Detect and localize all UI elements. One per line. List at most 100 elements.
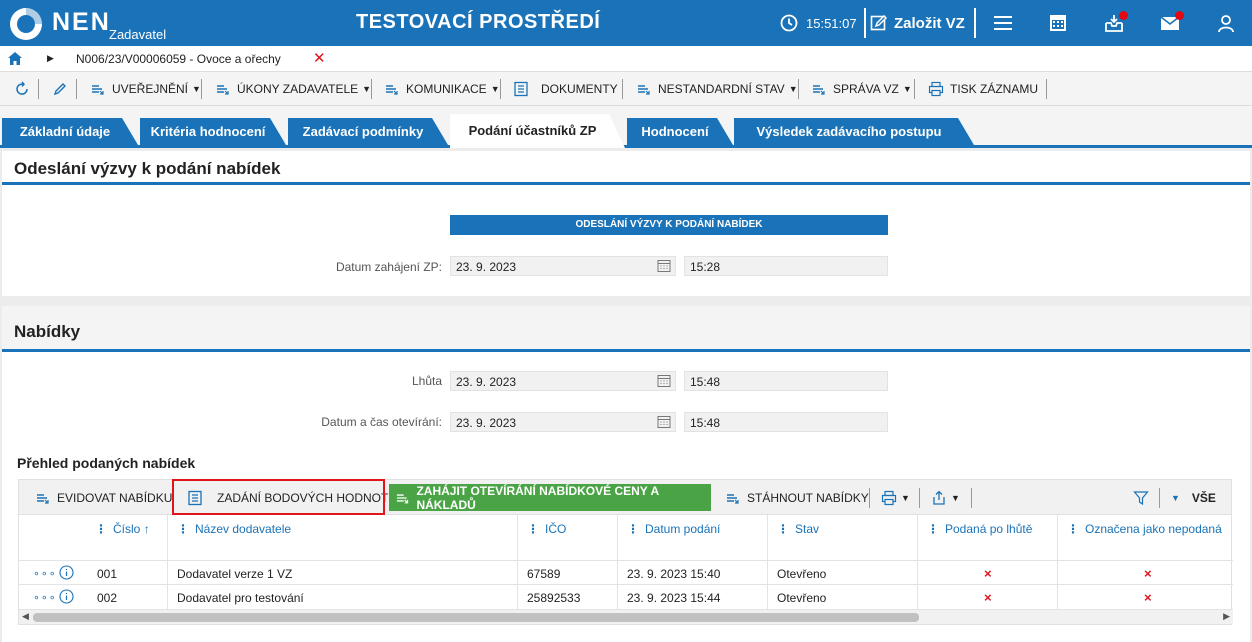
ukony-label: ÚKONY ZADAVATELE	[237, 82, 359, 96]
cell-stav: Otevřeno	[777, 591, 827, 605]
menu-icon[interactable]	[992, 12, 1014, 34]
cell-ico: 25892533	[527, 591, 581, 605]
zahajit-otevirani-button[interactable]: ZAHÁJIT OTEVÍRÁNÍ NABÍDKOVÉ CENY A NÁKLA…	[389, 483, 711, 512]
info-icon[interactable]	[59, 589, 74, 604]
tab-vysledek[interactable]: Výsledek zadávacího postupu	[734, 118, 974, 145]
inbox-notification-dot	[1119, 11, 1128, 20]
cross-icon: ×	[984, 590, 992, 605]
filter-icon	[1133, 491, 1149, 506]
dokumenty-button[interactable]: DOKUMENTY	[513, 80, 618, 98]
export-menu[interactable]: ▼	[931, 489, 960, 507]
share-icon	[933, 490, 945, 505]
row-actions-icon[interactable]: ∘∘∘	[33, 567, 57, 580]
offers-table: ⋮ Číslo ↑ ⋮ Název dodavatele ⋮ IČO ⋮ Datum p…	[18, 515, 1233, 625]
start-time-field[interactable]: 15:28	[684, 256, 888, 276]
logo-text: NEN	[52, 8, 111, 36]
scroll-right-icon[interactable]: ▶	[1223, 611, 1230, 622]
print-menu[interactable]: ▼	[881, 489, 910, 507]
list-icon	[37, 494, 49, 504]
header-cislo-label: Číslo	[113, 522, 141, 536]
list-icon	[638, 85, 650, 95]
deadline-date-value: 23. 9. 2023	[456, 375, 517, 389]
opening-time-field[interactable]: 15:48	[684, 412, 888, 432]
column-header-nazev[interactable]: ⋮ Název dodavatele	[177, 515, 291, 559]
breadcrumb-path[interactable]: N006/23/V00006059 - Ovoce a ořechy	[76, 52, 281, 66]
header-datum-label: Datum podání	[645, 522, 721, 536]
calendar-icon[interactable]	[1047, 12, 1069, 34]
calendar-icon[interactable]	[657, 259, 671, 273]
chevron-right-icon: ▶	[47, 53, 54, 63]
stahnout-nabidky-button[interactable]: STÁHNOUT NABÍDKY	[725, 489, 869, 507]
tab-hodnoceni[interactable]: Hodnocení	[627, 118, 733, 145]
dokumenty-label: DOKUMENTY	[541, 82, 618, 96]
refresh-icon	[16, 81, 28, 95]
tab-podani-ucastniku[interactable]: Podání účastníků ZP	[450, 114, 625, 148]
header-nazev-label: Název dodavatele	[195, 522, 292, 536]
row-actions-icon[interactable]: ∘∘∘	[33, 591, 57, 604]
logo-subtitle: Zadavatel	[109, 27, 167, 42]
start-date-field[interactable]: 23. 9. 2023	[450, 256, 676, 276]
komunikace-menu[interactable]: KOMUNIKACE ▼	[384, 80, 500, 98]
create-vz-button[interactable]: Založit VZ	[870, 12, 965, 34]
tisk-zaznamu-button[interactable]: TISK ZÁZNAMU	[928, 80, 1038, 98]
caret-down-icon: ▼	[1171, 493, 1180, 503]
divider	[1159, 488, 1160, 508]
cell-stav: Otevřeno	[777, 567, 827, 581]
uverejneni-menu[interactable]: UVEŘEJNĚNÍ ▼	[90, 80, 201, 98]
sprava-vz-menu[interactable]: SPRÁVA VZ ▼	[811, 80, 912, 98]
tab-zakladni-udaje[interactable]: Základní údaje	[2, 118, 138, 145]
refresh-button[interactable]	[14, 80, 30, 98]
cross-icon: ×	[1144, 566, 1152, 581]
table-row[interactable]: ∘∘∘ 002 Dodavatel pro testování 25892533…	[19, 585, 1233, 610]
divider	[914, 79, 915, 99]
filter-button[interactable]	[1133, 489, 1149, 507]
divider	[798, 79, 799, 99]
deadline-time-field[interactable]: 15:48	[684, 371, 888, 391]
cell-datum: 23. 9. 2023 15:44	[627, 591, 721, 605]
divider	[974, 8, 976, 38]
caret-down-icon: ▼	[192, 84, 201, 94]
info-icon[interactable]	[59, 565, 74, 580]
caret-down-icon: ▼	[951, 493, 960, 503]
tisk-label: TISK ZÁZNAMU	[950, 82, 1039, 96]
tab-zadavaci-podminky[interactable]: Zadávací podmínky	[288, 118, 448, 145]
nestandardni-stav-menu[interactable]: NESTANDARDNÍ STAV ▼	[636, 80, 798, 98]
breadcrumb: ▶ N006/23/V00006059 - Ovoce a ořechy ✕	[0, 46, 1252, 72]
evidovat-nabidku-button[interactable]: EVIDOVAT NABÍDKU	[35, 489, 172, 507]
zahajit-label: ZAHÁJIT OTEVÍRÁNÍ NABÍDKOVÉ CENY A NÁKLA…	[416, 483, 659, 512]
column-header-cislo[interactable]: ⋮ Číslo ↑	[95, 515, 150, 559]
caret-down-icon: ▼	[788, 84, 798, 94]
column-header-ico[interactable]: ⋮ IČO	[527, 515, 566, 559]
session-time: 15:51:07	[806, 16, 857, 31]
edit-button[interactable]	[52, 80, 68, 98]
deadline-date-field[interactable]: 23. 9. 2023	[450, 371, 676, 391]
column-header-po-lhute[interactable]: ⋮ Podaná po lhůtě	[927, 515, 1032, 559]
close-icon[interactable]: ✕	[313, 49, 326, 67]
tab-bar: Základní údaje Kritéria hodnocení Zadáva…	[0, 106, 1252, 148]
cell-cislo: 002	[97, 591, 118, 605]
header-stav-label: Stav	[795, 522, 820, 536]
home-icon[interactable]	[8, 52, 22, 65]
start-time-value: 15:28	[690, 260, 721, 274]
calendar-icon[interactable]	[657, 374, 671, 388]
horizontal-scrollbar[interactable]: ◀ ▶	[19, 610, 1233, 624]
column-header-nepodana[interactable]: ⋮ Označena jako nepodaná	[1067, 515, 1222, 559]
calendar-icon[interactable]	[657, 415, 671, 429]
divider	[622, 79, 623, 99]
tab-kriteria-hodnoceni[interactable]: Kritéria hodnocení	[140, 118, 286, 145]
sort-ascending-icon: ↑	[143, 522, 150, 536]
column-header-stav[interactable]: ⋮ Stav	[777, 515, 819, 559]
filter-all-dropdown[interactable]: ▼ VŠE	[1171, 489, 1216, 507]
header-nepodana-label: Označena jako nepodaná	[1085, 522, 1222, 536]
list-icon	[396, 493, 409, 503]
opening-date-field[interactable]: 23. 9. 2023	[450, 412, 676, 432]
divider	[869, 488, 870, 508]
scroll-left-icon[interactable]: ◀	[22, 611, 29, 622]
mail-notification-dot	[1175, 11, 1184, 20]
column-header-datum[interactable]: ⋮ Datum podání	[627, 515, 720, 559]
ukony-zadavatele-menu[interactable]: ÚKONY ZADAVATELE ▼	[215, 80, 371, 98]
table-row[interactable]: ∘∘∘ 001 Dodavatel verze 1 VZ 67589 23. 9…	[19, 560, 1233, 585]
list-icon	[92, 85, 104, 95]
user-icon[interactable]	[1215, 12, 1237, 34]
scrollbar-thumb[interactable]	[33, 613, 919, 622]
